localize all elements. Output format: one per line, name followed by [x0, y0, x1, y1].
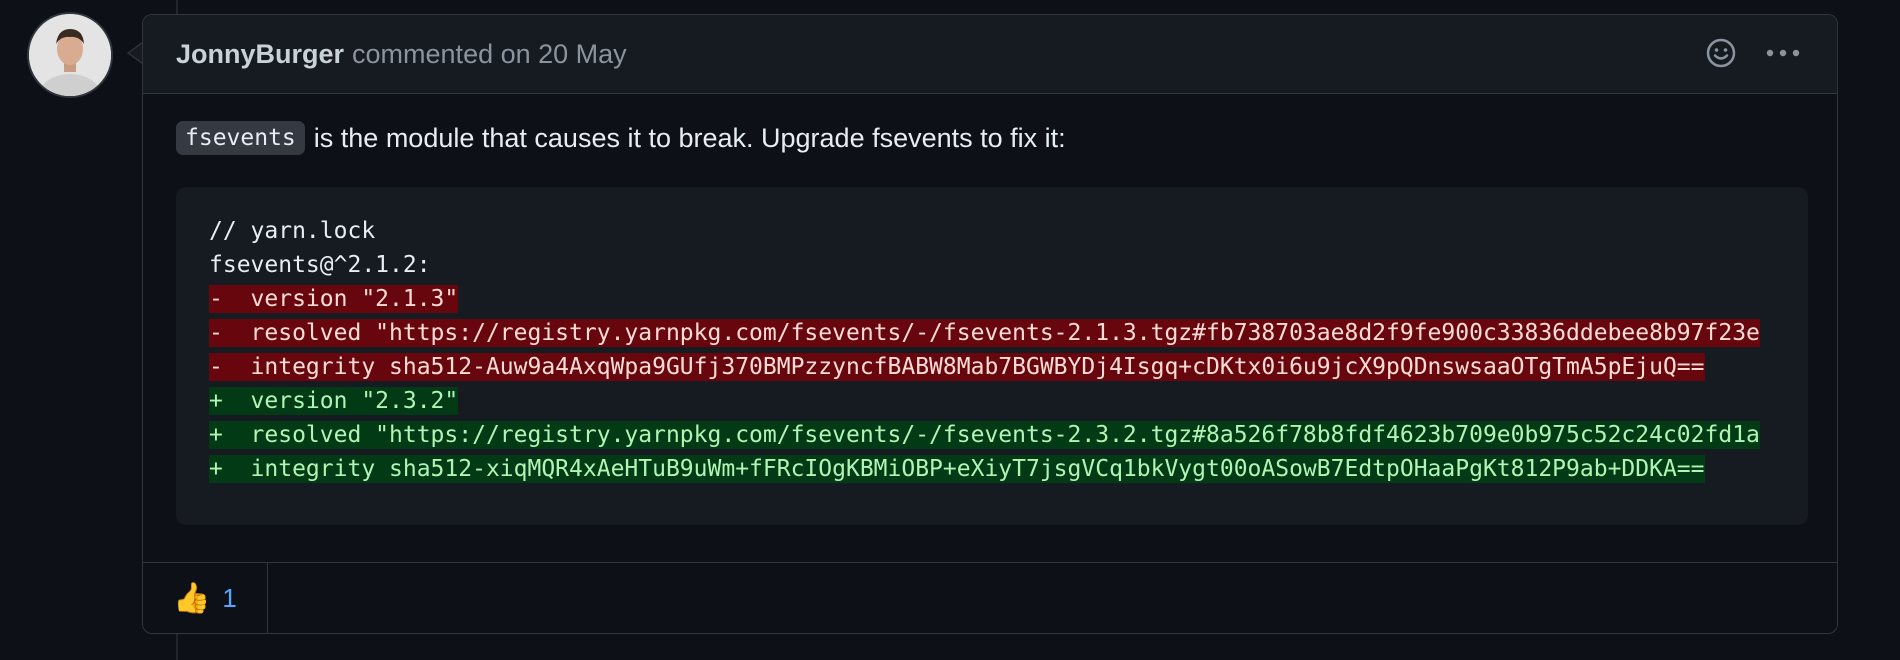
comment-timeline: JonnyBurger commented on 20 May fsevents… [0, 0, 1900, 660]
code-text: // yarn.lock [209, 218, 376, 244]
inline-code: fsevents [176, 121, 305, 155]
code-line-package: fsevents@^2.1.2: [209, 248, 1808, 282]
comment-box: JonnyBurger commented on 20 May fsevents… [142, 14, 1838, 634]
code-line-removed: - integrity sha512-Auw9a4AxqWpa9GUfj370B… [209, 350, 1808, 384]
code-line-comment: // yarn.lock [209, 214, 1808, 248]
comment-header: JonnyBurger commented on 20 May [143, 15, 1837, 94]
comment-body: fsevents is the module that causes it to… [176, 93, 1808, 525]
code-text: fsevents@^2.1.2: [209, 252, 431, 278]
avatar[interactable] [29, 14, 111, 96]
code-text: - resolved "https://registry.yarnpkg.com… [209, 319, 1760, 347]
kebab-horizontal-icon[interactable] [1763, 33, 1803, 73]
reactions-bar: 👍 1 [143, 562, 1837, 633]
code-text: + integrity sha512-xiqMQR4xAeHTuB9uWm+fF… [209, 455, 1705, 483]
smiley-icon[interactable] [1701, 33, 1741, 73]
avatar-image [29, 14, 111, 96]
code-block[interactable]: // yarn.lock fsevents@^2.1.2: - version … [176, 187, 1808, 525]
comment-caret-inner [129, 43, 143, 63]
thumbs-up-icon: 👍 [173, 581, 211, 615]
comment-actions [1701, 33, 1803, 73]
code-line-added: + resolved "https://registry.yarnpkg.com… [209, 418, 1808, 452]
thumbs-up-reaction-button[interactable]: 👍 1 [143, 563, 268, 633]
paragraph-text: is the module that causes it to break. U… [313, 122, 1066, 153]
comment-timestamp[interactable]: commented on 20 May [352, 39, 627, 70]
code-text: - version "2.1.3" [209, 285, 459, 313]
author-link[interactable]: JonnyBurger [176, 39, 344, 70]
comment-paragraph: fsevents is the module that causes it to… [176, 121, 1807, 155]
code-text: - integrity sha512-Auw9a4AxqWpa9GUfj370B… [209, 353, 1705, 381]
code-line-added: + version "2.3.2" [209, 384, 1808, 418]
code-text: + version "2.3.2" [209, 387, 459, 415]
code-line-added: + integrity sha512-xiqMQR4xAeHTuB9uWm+fF… [209, 452, 1808, 486]
code-line-removed: - version "2.1.3" [209, 282, 1808, 316]
reaction-count: 1 [222, 582, 237, 613]
code-line-removed: - resolved "https://registry.yarnpkg.com… [209, 316, 1808, 350]
code-text: + resolved "https://registry.yarnpkg.com… [209, 421, 1760, 449]
